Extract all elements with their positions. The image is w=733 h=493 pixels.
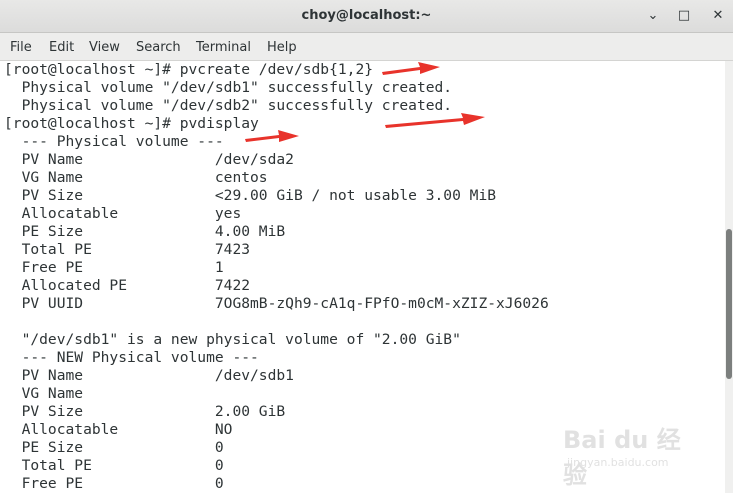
menu-file[interactable]: File xyxy=(10,40,32,55)
terminal-line: Allocatable NO xyxy=(4,421,233,438)
terminal-line: PE Size 0 xyxy=(4,439,224,456)
annotation-arrow xyxy=(382,62,440,75)
title-bar[interactable]: choy@localhost:~ ⌄ □ ✕ xyxy=(0,0,733,33)
watermark-url: jingyan.baidu.com xyxy=(567,456,669,469)
terminal-window: choy@localhost:~ ⌄ □ ✕ File Edit View Se… xyxy=(0,0,733,493)
annotation-arrow xyxy=(385,113,485,128)
terminal-line: "/dev/sdb1" is a new physical volume of … xyxy=(4,331,461,348)
menu-terminal[interactable]: Terminal xyxy=(196,40,251,55)
terminal-line: Total PE 0 xyxy=(4,457,224,474)
terminal-line: Total PE 7423 xyxy=(4,241,251,258)
terminal-line: --- NEW Physical volume --- xyxy=(4,349,259,366)
minimize-button[interactable]: ⌄ xyxy=(641,5,665,27)
menu-view[interactable]: View xyxy=(89,40,120,55)
maximize-button[interactable]: □ xyxy=(672,5,696,27)
terminal-line: PV Size <29.00 GiB / not usable 3.00 MiB xyxy=(4,187,497,204)
watermark-logo: Bai du 经验 jingyan.baidu.com xyxy=(563,420,693,489)
terminal-line: VG Name centos xyxy=(4,169,268,186)
terminal-line: [root@localhost ~]# pvdisplay xyxy=(4,115,259,132)
menu-search[interactable]: Search xyxy=(136,40,181,55)
scrollbar[interactable] xyxy=(725,61,733,493)
terminal-line: Free PE 1 xyxy=(4,259,224,276)
terminal-line: PV Size 2.00 GiB xyxy=(4,403,286,420)
terminal-line: PV Name /dev/sdb1 xyxy=(4,367,294,384)
menu-edit[interactable]: Edit xyxy=(49,40,74,55)
terminal-line: VG Name xyxy=(4,385,215,402)
terminal-line: PV Name /dev/sda2 xyxy=(4,151,294,168)
menu-help[interactable]: Help xyxy=(267,40,297,55)
terminal-line: Free PE 0 xyxy=(4,475,224,492)
terminal-line: Physical volume "/dev/sdb1" successfully… xyxy=(4,79,453,96)
annotation-arrow xyxy=(245,130,299,142)
scrollbar-thumb[interactable] xyxy=(726,229,732,379)
watermark-brand: Bai du 经验 xyxy=(563,426,681,489)
terminal-line: --- Physical volume --- xyxy=(4,133,224,150)
window-title: choy@localhost:~ xyxy=(301,8,432,23)
terminal-line: [root@localhost ~]# pvcreate /dev/sdb{1,… xyxy=(4,61,374,78)
terminal-line: Allocatable yes xyxy=(4,205,242,222)
close-button[interactable]: ✕ xyxy=(706,5,730,27)
menu-bar: File Edit View Search Terminal Help xyxy=(0,33,733,61)
terminal-line: PE Size 4.00 MiB xyxy=(4,223,286,240)
terminal-line: Allocated PE 7422 xyxy=(4,277,251,294)
terminal-line: PV UUID 7OG8mB-zQh9-cA1q-FPfO-m0cM-xZIZ-… xyxy=(4,295,549,312)
